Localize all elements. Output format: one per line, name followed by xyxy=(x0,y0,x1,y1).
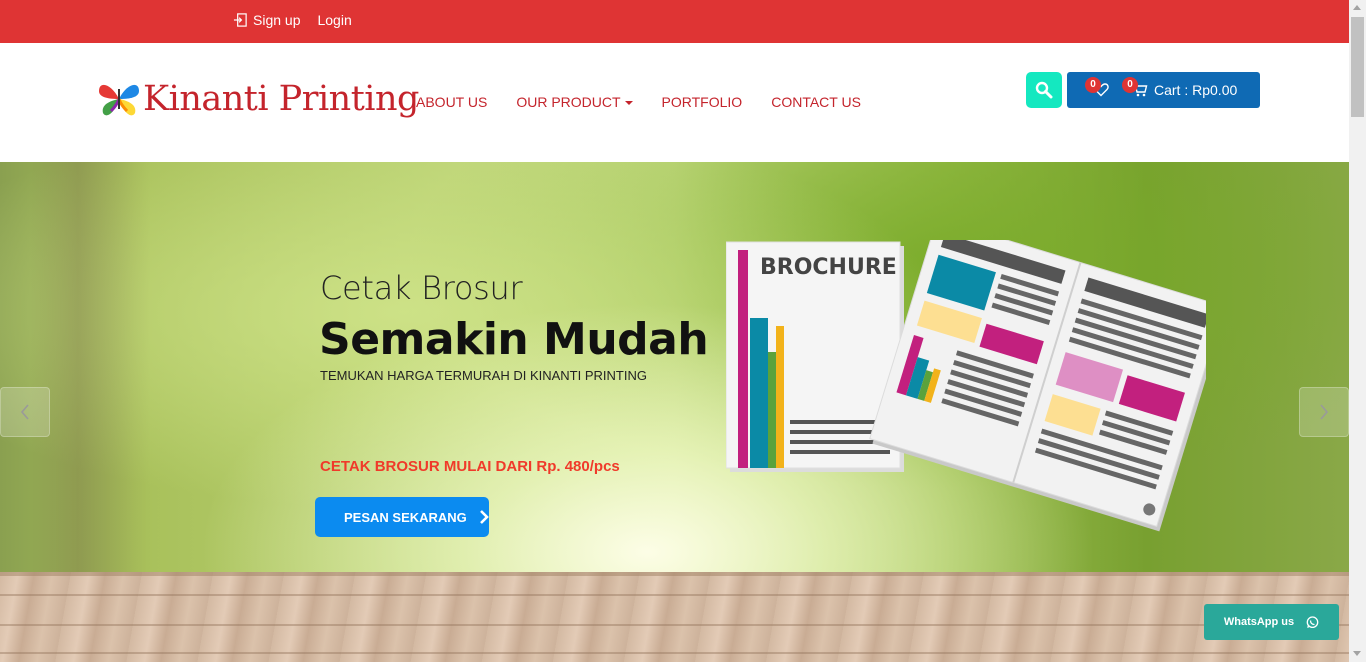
chevron-right-icon xyxy=(479,510,489,524)
whatsapp-label: WhatsApp us xyxy=(1223,616,1295,628)
signup-link[interactable]: Sign up xyxy=(233,12,300,28)
scroll-down-arrow-icon[interactable] xyxy=(1353,651,1361,656)
nav-contact-us[interactable]: CONTACT US xyxy=(771,94,861,110)
account-links: Sign up Login xyxy=(233,12,352,28)
floor-line xyxy=(0,652,1349,654)
floor-line xyxy=(0,594,1349,596)
hero-subtitle: TEMUKAN HARGA TERMURAH DI KINANTI PRINTI… xyxy=(320,368,647,383)
caret-down-icon xyxy=(624,101,633,106)
vertical-scrollbar[interactable] xyxy=(1349,0,1366,662)
slider-next-button[interactable] xyxy=(1299,387,1349,437)
header: Kinanti Printing ABOUT US OUR PRODUCT PO… xyxy=(0,43,1349,162)
whatsapp-icon xyxy=(1306,615,1319,628)
order-now-label: PESAN SEKARANG xyxy=(344,509,467,525)
whatsapp-button[interactable]: WhatsApp us xyxy=(1204,604,1339,640)
hero-title-big: Semakin Mudah xyxy=(319,314,709,365)
nav-our-product[interactable]: OUR PRODUCT xyxy=(516,94,633,110)
nav-about-us[interactable]: ABOUT US xyxy=(416,94,487,110)
hero-slider: Cetak Brosur Semakin Mudah TEMUKAN HARGA… xyxy=(0,162,1349,662)
top-bar: Sign up Login xyxy=(0,0,1349,43)
hero-title-small: Cetak Brosur xyxy=(320,269,523,307)
nav-portfolio[interactable]: PORTFOLIO xyxy=(662,94,743,110)
main-nav: ABOUT US OUR PRODUCT PORTFOLIO CONTACT U… xyxy=(416,94,861,110)
background-tree xyxy=(30,162,150,582)
sign-in-icon xyxy=(233,13,247,27)
nav-our-product-label: OUR PRODUCT xyxy=(516,94,621,110)
logo[interactable]: Kinanti Printing xyxy=(97,77,419,121)
brochure-heading: BROCHURE xyxy=(760,255,897,280)
order-now-button[interactable]: PESAN SEKARANG xyxy=(315,497,489,537)
floor-line xyxy=(0,624,1349,626)
slider-prev-button[interactable] xyxy=(0,387,50,437)
butterfly-logo-icon xyxy=(99,84,139,116)
brochure-illustration: BROCHURE xyxy=(726,240,1206,532)
cart-button[interactable]: 0 0 Cart : Rp0.00 xyxy=(1067,72,1260,108)
brochure-open-spread xyxy=(869,240,1206,532)
page: Sign up Login Kinanti Printing ABOUT US … xyxy=(0,0,1349,662)
search-icon xyxy=(1035,81,1053,99)
hero-price-text: CETAK BROSUR MULAI DARI Rp. 480/pcs xyxy=(320,458,620,475)
wood-floor xyxy=(0,572,1349,662)
cart-label: Cart : Rp0.00 xyxy=(1154,82,1238,98)
chevron-left-icon xyxy=(20,404,29,420)
cart-count-badge: 0 xyxy=(1122,77,1138,93)
wishlist-count-badge: 0 xyxy=(1085,77,1101,93)
chevron-right-icon xyxy=(1320,404,1329,420)
search-button[interactable] xyxy=(1026,72,1062,108)
scroll-up-arrow-icon[interactable] xyxy=(1353,5,1361,10)
scrollbar-thumb[interactable] xyxy=(1351,17,1364,117)
login-link[interactable]: Login xyxy=(317,12,351,28)
brand-name: Kinanti Printing xyxy=(143,79,419,119)
signup-label: Sign up xyxy=(253,12,301,28)
